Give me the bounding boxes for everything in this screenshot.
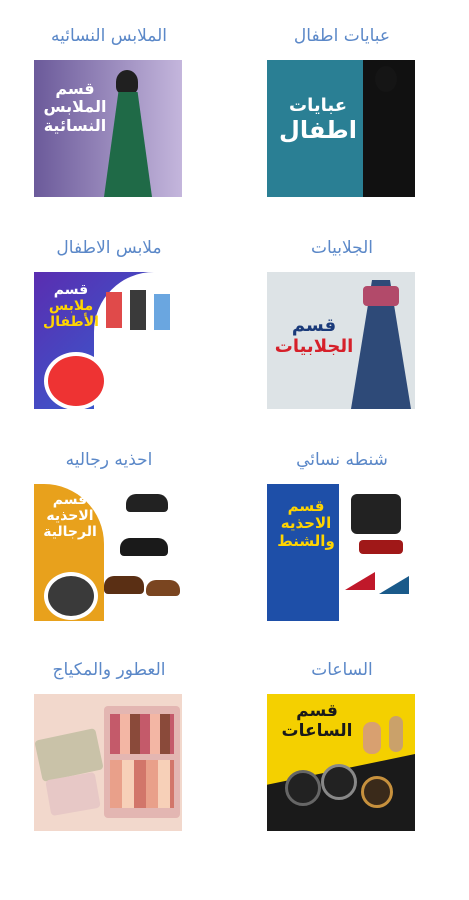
banner-line: الملابس (43, 97, 107, 117)
category-title: عبايات اطفال (293, 26, 391, 46)
banner-line: الأطفال (43, 314, 99, 331)
category-title: ملابس الاطفال (56, 238, 162, 258)
banner-line: عبايات (288, 95, 347, 116)
category-tile-kids-clothes[interactable]: ملابس الاطفال قسم ملابس الأطفال (34, 234, 184, 414)
banner-line: اطفال (279, 115, 357, 144)
womens-dress-icon: قسم الملابس النسائية (34, 60, 182, 197)
watches-icon: قسم الساعات (267, 694, 415, 831)
banner-line: الاحذيه (280, 514, 332, 533)
banner-line: الجلابيات (274, 335, 354, 357)
banner-line: الرجالية (43, 524, 97, 541)
category-tile-mens-shoes[interactable]: احذيه رجاليه قسم الاحذيه الرجالية (34, 446, 184, 626)
category-title: العطور والمكياج (52, 660, 166, 680)
banner-line: قسم (53, 282, 89, 298)
category-title: احذيه رجاليه (65, 450, 153, 470)
category-tile-jalabiyas[interactable]: الجلابيات قسم الجلابيات (267, 234, 417, 414)
handbag-icon: قسم الاحذيه والشنط (267, 484, 415, 621)
banner-line: قسم (296, 701, 338, 721)
makeup-palette-icon (34, 694, 182, 831)
jalabiya-icon: قسم الجلابيات (267, 272, 415, 409)
category-tile-watches[interactable]: الساعات قسم الساعات (267, 656, 417, 836)
kids-clothes-icon: قسم ملابس الأطفال (34, 272, 182, 409)
banner-line: قسم (52, 492, 88, 508)
banner-line: قسم (291, 315, 337, 336)
banner-line: ملابس (48, 298, 94, 315)
category-title: الساعات (311, 660, 373, 680)
category-tile-perfumes-makeup[interactable]: العطور والمكياج (34, 656, 184, 836)
banner-line: قسم (55, 79, 95, 98)
category-tile-kids-abayas[interactable]: عبايات اطفال عبايات اطفال (267, 22, 417, 202)
banner-line: والشنط (277, 531, 335, 550)
category-grid: عبايات اطفال عبايات اطفال الملابس النسائ… (0, 0, 469, 900)
category-title: شنطه نسائي (296, 450, 388, 470)
category-tile-womens-clothes[interactable]: الملابس النسائيه قسم الملابس النسائية (34, 22, 184, 202)
mens-shoes-icon: قسم الاحذيه الرجالية (34, 484, 182, 621)
banner-line: قسم (287, 497, 325, 515)
category-tile-womens-bags[interactable]: شنطه نسائي قسم الاحذيه والشنط (267, 446, 417, 626)
banner-line: الساعات (281, 720, 353, 741)
banner-line: الاحذيه (46, 508, 94, 525)
category-title: الجلابيات (310, 238, 374, 258)
kids-abaya-icon: عبايات اطفال (267, 60, 415, 197)
category-title: الملابس النسائيه (50, 26, 168, 46)
banner-line: النسائية (43, 115, 107, 135)
